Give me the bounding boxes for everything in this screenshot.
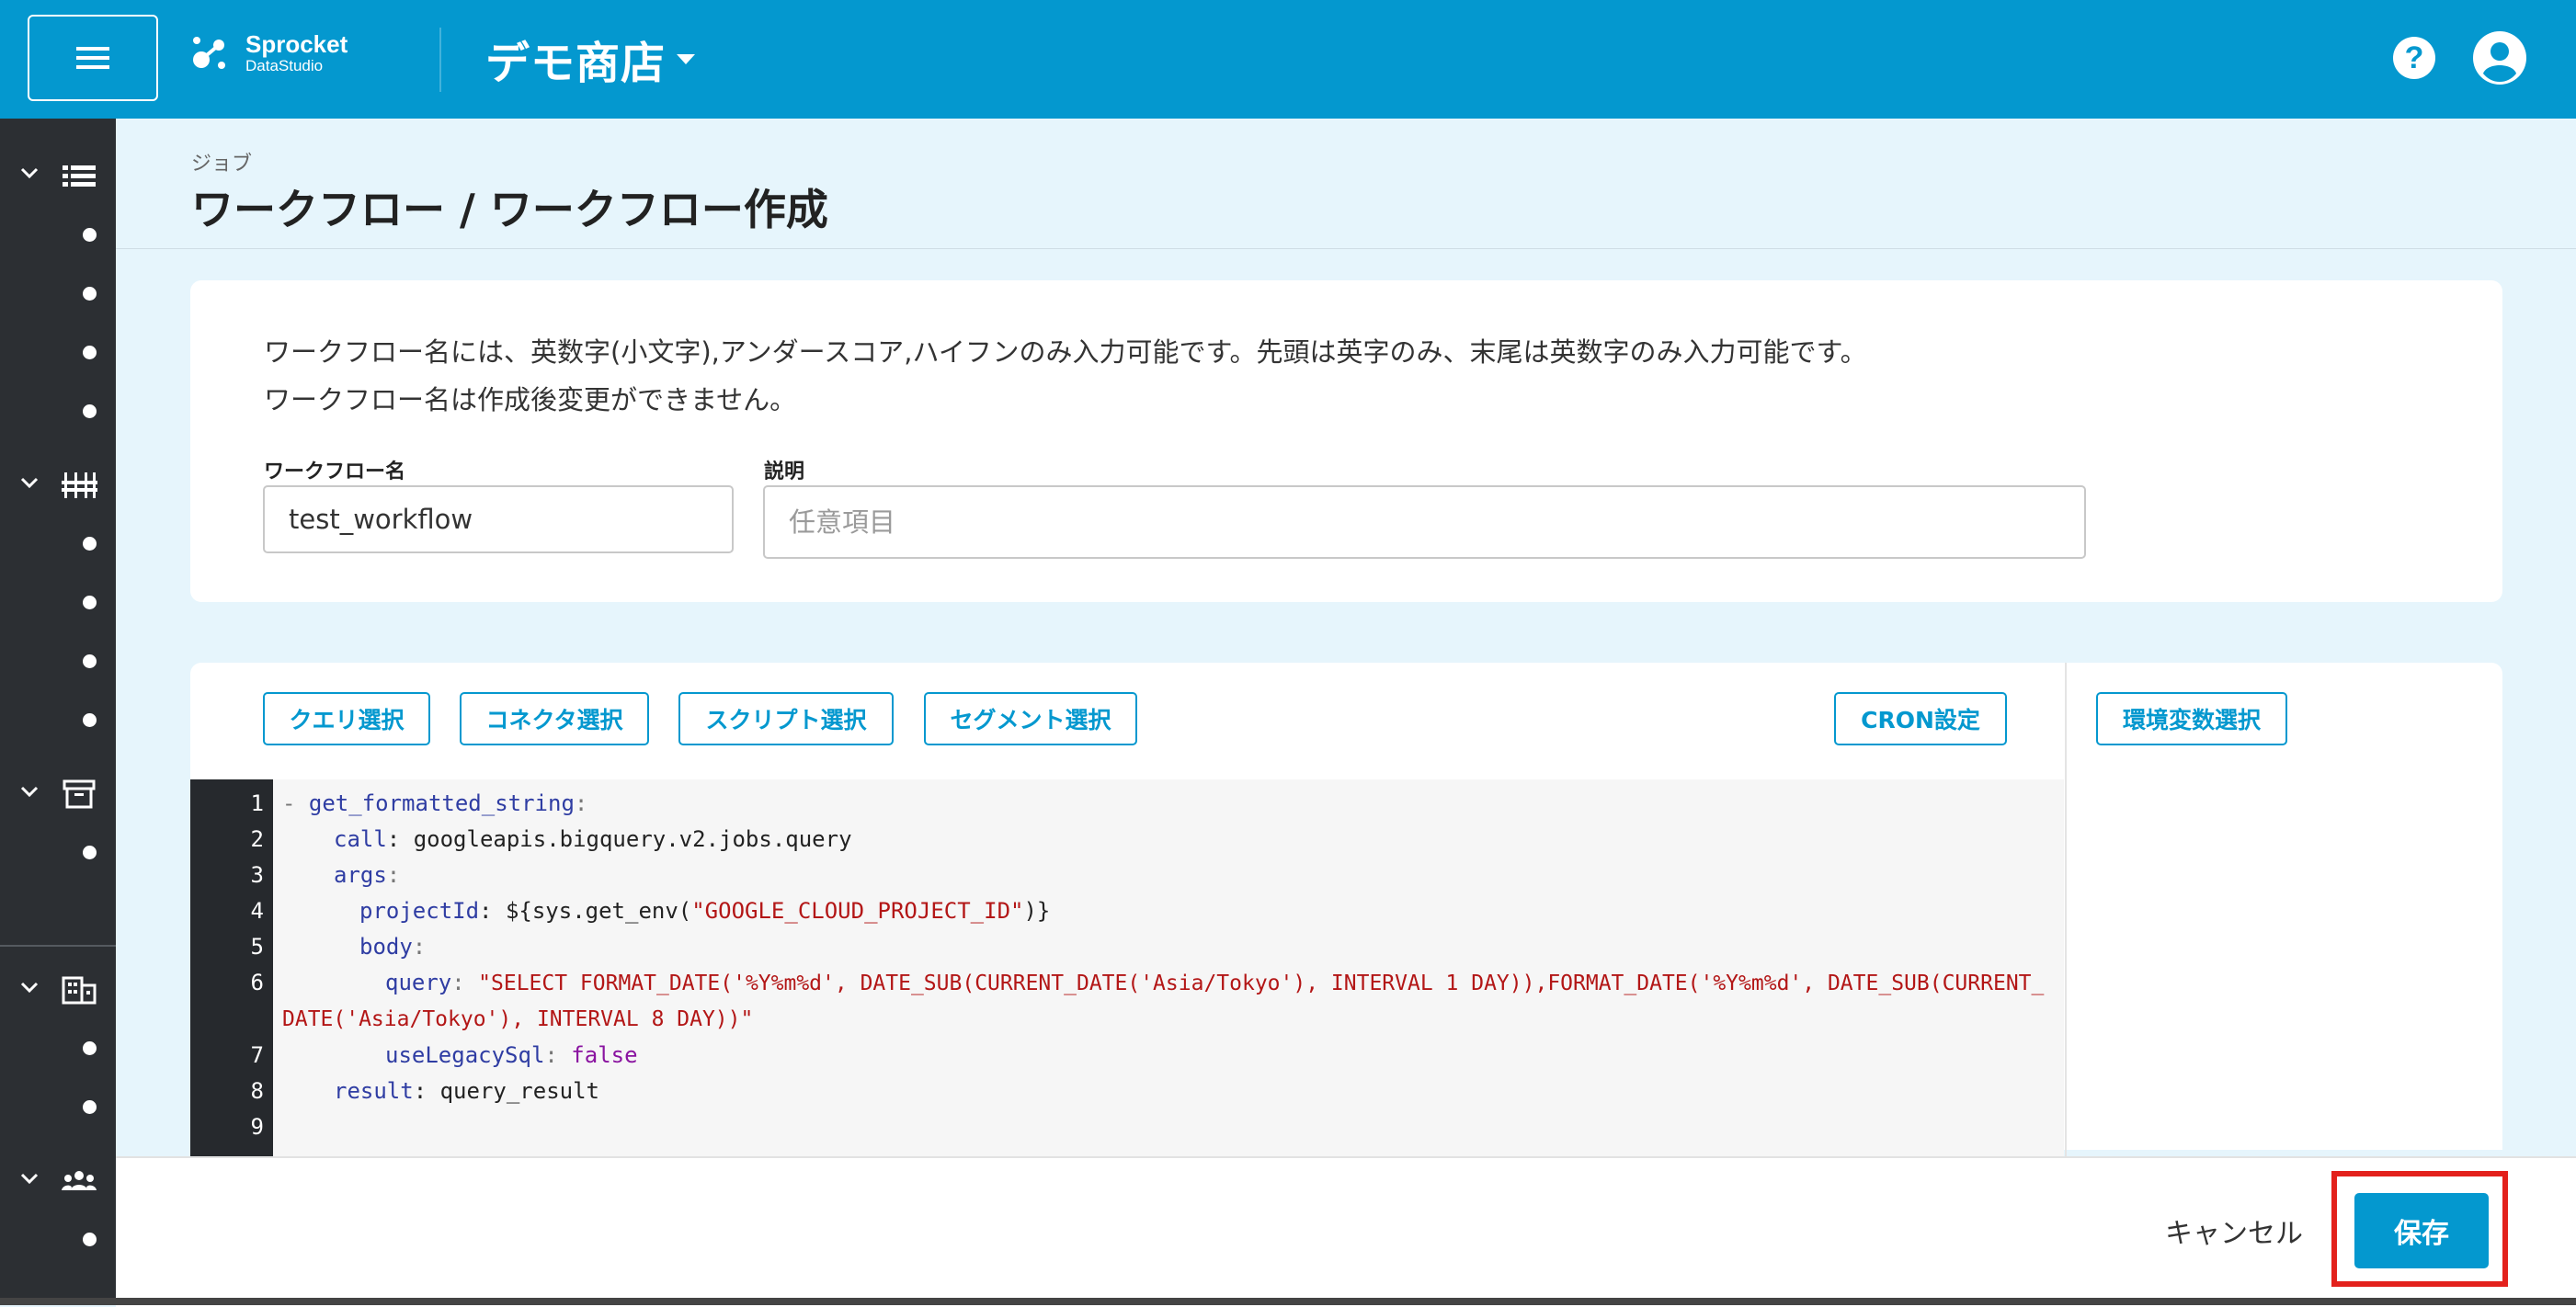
code-line-wrapped: DATE('Asia/Tokyo'), INTERVAL 8 DAY))": [282, 1007, 754, 1031]
breadcrumb[interactable]: ジョブ: [191, 147, 252, 176]
bullet-icon: [82, 845, 97, 859]
workflow-name-input[interactable]: [263, 485, 734, 553]
chevron-down-icon: [20, 982, 39, 994]
code-line: projectId: ${sys.get_env("GOOGLE_CLOUD_P…: [359, 898, 1051, 924]
description-input[interactable]: [763, 485, 2086, 559]
window-bottom-edge: [0, 1298, 2576, 1305]
archive-icon: [63, 779, 96, 809]
line-number: 2: [250, 826, 264, 852]
bullet-icon: [82, 1040, 97, 1055]
sidebar-group-archive[interactable]: [0, 766, 116, 821]
line-number: 3: [250, 862, 264, 888]
chevron-down-icon: [20, 1173, 39, 1185]
sidebar-subitem[interactable]: [74, 645, 105, 676]
pipeline-icon: [62, 472, 97, 498]
cron-settings-button[interactable]: CRON設定: [1834, 692, 2007, 745]
bullet-icon: [82, 536, 97, 551]
sprocket-logo-icon: [193, 37, 225, 69]
help-icon[interactable]: ?: [2393, 37, 2435, 79]
sidebar-group-pipeline[interactable]: [0, 457, 116, 512]
logo-subtitle: DataStudio: [245, 57, 324, 74]
sidebar-group-jobs[interactable]: [0, 147, 116, 202]
connector-select-button[interactable]: コネクタ選択: [460, 692, 649, 745]
chevron-down-icon: [20, 167, 39, 179]
form-note-line-2: ワークフロー名は作成後変更ができません。: [264, 384, 797, 415]
sidebar-subitem[interactable]: [74, 1032, 105, 1063]
sidebar-subitem[interactable]: [74, 219, 105, 250]
form-note-line-1: ワークフロー名には、英数字(小文字),アンダースコア,ハイフンのみ入力可能です。…: [264, 336, 1867, 368]
code-line: - get_formatted_string:: [282, 790, 588, 816]
bullet-icon: [82, 403, 97, 418]
chevron-down-icon: [20, 786, 39, 798]
code-line: query: "SELECT FORMAT_DATE('%Y%m%d', DAT…: [385, 970, 2045, 995]
code-line: body:: [359, 934, 427, 960]
sidebar-subitem[interactable]: [74, 586, 105, 618]
bullet-icon: [82, 1099, 97, 1114]
line-number: 8: [250, 1078, 264, 1104]
page-title: ワークフロー / ワークフロー作成: [191, 185, 828, 234]
store-name: デモ商店: [485, 38, 667, 89]
bullet-icon: [82, 227, 97, 242]
sidebar-subitem[interactable]: [74, 278, 105, 309]
bullet-icon: [82, 595, 97, 609]
workflow-name-label: ワークフロー名: [264, 460, 406, 483]
sidebar-group-organization[interactable]: [0, 961, 116, 1017]
account-icon[interactable]: [2473, 31, 2526, 85]
bullet-icon: [82, 654, 97, 668]
code-line: result: query_result: [334, 1078, 599, 1104]
caret-down-icon: [677, 53, 696, 64]
line-number: 9: [250, 1114, 264, 1140]
sidebar-subitem[interactable]: [74, 395, 105, 426]
cancel-button[interactable]: キャンセル: [2151, 1202, 2317, 1259]
bullet-icon: [82, 345, 97, 359]
sidebar-subitem[interactable]: [74, 528, 105, 559]
sidebar-group-users[interactable]: [0, 1153, 116, 1208]
list-icon: [63, 165, 96, 187]
bullet-icon: [82, 1232, 97, 1246]
env-var-select-button[interactable]: 環境変数選択: [2096, 692, 2287, 745]
people-icon: [62, 1171, 97, 1190]
line-number: 5: [250, 934, 264, 960]
line-number: 6: [250, 970, 264, 995]
building-icon: [62, 976, 97, 1005]
code-line: useLegacySql: false: [385, 1042, 638, 1068]
sidebar-subitem[interactable]: [74, 704, 105, 735]
description-label: 説明: [764, 460, 805, 483]
segment-select-button[interactable]: セグメント選択: [924, 692, 1137, 745]
top-app-bar: [0, 0, 2576, 119]
sidebar-subitem[interactable]: [74, 1223, 105, 1255]
menu-button[interactable]: [28, 15, 158, 101]
bullet-icon: [82, 712, 97, 727]
sidebar-divider: [0, 945, 116, 947]
line-number: 4: [250, 898, 264, 924]
code-line: call: googleapis.bigquery.v2.jobs.query: [334, 826, 852, 852]
bullet-icon: [82, 286, 97, 301]
right-panel-divider: [2065, 663, 2067, 1159]
line-number: 1: [250, 790, 264, 816]
sidebar-subitem[interactable]: [74, 1091, 105, 1122]
line-number: 7: [250, 1042, 264, 1068]
query-select-button[interactable]: クエリ選択: [263, 692, 430, 745]
hamburger-icon: [76, 47, 109, 69]
header-divider: [439, 28, 441, 92]
sidebar-subitem[interactable]: [74, 836, 105, 868]
script-select-button[interactable]: スクリプト選択: [678, 692, 894, 745]
code-line: args:: [334, 862, 401, 888]
save-button-highlight: [2331, 1171, 2508, 1287]
store-selector[interactable]: デモ商店: [485, 22, 696, 96]
chevron-down-icon: [20, 477, 39, 489]
app-logo[interactable]: Sprocket DataStudio: [188, 31, 348, 75]
sidebar-subitem[interactable]: [74, 336, 105, 368]
logo-name: Sprocket: [245, 30, 348, 58]
